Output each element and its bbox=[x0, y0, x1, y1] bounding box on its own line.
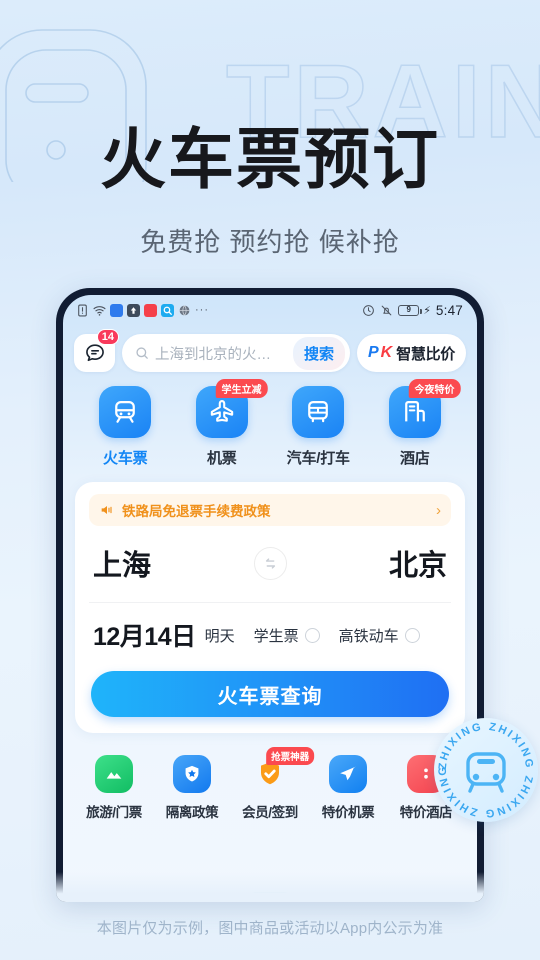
category-label: 汽车/打车 bbox=[286, 450, 350, 467]
highspeed-option[interactable]: 高铁动车 bbox=[339, 625, 420, 646]
quick-link-tile bbox=[329, 755, 367, 793]
app-red-icon bbox=[144, 303, 157, 317]
search-button[interactable]: 搜索 bbox=[292, 336, 345, 370]
quick-link-label: 特价机票 bbox=[321, 805, 375, 820]
date-options-row: 12月14日 明天 学生票 高铁动车 bbox=[89, 603, 451, 653]
category-row: 火车票 学生立减 机票 汽车/打车 今夜特价 酒店 bbox=[63, 372, 477, 468]
search-icon bbox=[136, 347, 148, 359]
category-flight[interactable]: 学生立减 机票 bbox=[174, 379, 271, 468]
chat-button[interactable]: 14 bbox=[74, 329, 119, 372]
quick-link-tourism[interactable]: 旅游/门票 bbox=[75, 755, 153, 821]
phone-screen: ··· 9 ⚡ 5:47 14 上海到北京的火… 搜索 P K 智慧比价 火车票… bbox=[63, 295, 477, 902]
search-row: 14 上海到北京的火… 搜索 PK 智慧比价 bbox=[63, 325, 477, 372]
page-title: 火车票预订 bbox=[100, 122, 440, 196]
app-green-icon bbox=[110, 303, 123, 317]
category-tile bbox=[292, 386, 345, 438]
speaker-icon bbox=[101, 506, 112, 514]
search-input[interactable]: 上海到北京的火… 搜索 bbox=[122, 334, 350, 372]
student-ticket-checkbox[interactable] bbox=[304, 627, 320, 643]
upload-arrow-icon bbox=[127, 303, 140, 317]
bus-seal-icon: ZHIXING ZHIXING ZHIXING ZHIXING bbox=[437, 721, 535, 819]
option-label: 学生票 bbox=[253, 627, 299, 645]
sim-alert-icon bbox=[78, 304, 87, 316]
chat-icon bbox=[85, 344, 104, 362]
quick-link-cheap-flights[interactable]: 特价机票 bbox=[309, 755, 387, 821]
alarm-icon bbox=[363, 304, 375, 316]
status-time: 5:47 bbox=[435, 302, 463, 318]
category-badge: 学生立减 bbox=[215, 379, 268, 398]
zhixing-seal: ZHIXING ZHIXING ZHIXING ZHIXING bbox=[434, 718, 538, 822]
category-label: 机票 bbox=[206, 450, 237, 467]
battery-level: 9 bbox=[406, 305, 411, 314]
bell-muted-icon bbox=[381, 305, 392, 315]
swap-cities-button[interactable] bbox=[253, 546, 287, 580]
swap-icon bbox=[265, 557, 275, 569]
chevron-right-icon: › bbox=[436, 501, 441, 519]
category-tile bbox=[99, 386, 152, 438]
notice-text: 铁路局免退票手续费政策 bbox=[122, 504, 271, 519]
search-placeholder: 上海到北京的火… bbox=[155, 346, 271, 363]
departure-date-relative: 明天 bbox=[204, 627, 235, 645]
quick-link-label: 会员/签到 bbox=[242, 805, 298, 820]
quick-links-row: 旅游/门票 隔离政策 抢票神器 会员/签到 特价机票 特价酒店 bbox=[63, 733, 477, 821]
category-bus[interactable]: 汽车/打车 bbox=[270, 386, 367, 468]
globe-icon bbox=[179, 304, 190, 316]
home-indicator bbox=[253, 892, 287, 896]
price-compare-button[interactable]: PK 智慧比价 bbox=[356, 334, 466, 372]
option-label: 高铁动车 bbox=[338, 627, 399, 645]
quick-link-tile bbox=[173, 755, 211, 793]
hotel-icon bbox=[404, 400, 425, 422]
quick-link-member[interactable]: 抢票神器 会员/签到 bbox=[231, 747, 315, 821]
page-subtitle: 免费抢 预约抢 候补抢 bbox=[140, 227, 400, 257]
category-train[interactable]: 火车票 bbox=[77, 386, 174, 468]
bus-icon bbox=[308, 400, 329, 423]
student-ticket-option[interactable]: 学生票 bbox=[254, 625, 320, 646]
shield-star-icon bbox=[185, 765, 199, 782]
quick-link-tile bbox=[95, 755, 133, 793]
train-icon bbox=[115, 400, 136, 423]
mountain-icon bbox=[106, 772, 122, 779]
pk-letter-p: P bbox=[367, 344, 379, 361]
price-compare-label: 智慧比价 bbox=[396, 345, 455, 363]
quick-link-label: 隔离政策 bbox=[165, 805, 219, 820]
charging-icon: ⚡ bbox=[423, 304, 431, 317]
to-city[interactable]: 北京 bbox=[389, 542, 447, 584]
svg-text:ZHIXING ZHIXING ZHIXING ZHIXIN: ZHIXING ZHIXING ZHIXING ZHIXING bbox=[437, 721, 535, 819]
status-overflow-dots: ··· bbox=[195, 303, 209, 316]
pk-letter-k: K bbox=[380, 344, 393, 361]
wifi-icon bbox=[93, 305, 106, 316]
plane-icon bbox=[210, 399, 233, 422]
notice-banner[interactable]: 铁路局免退票手续费政策 › bbox=[89, 494, 451, 526]
chat-badge: 14 bbox=[96, 329, 119, 345]
category-label: 酒店 bbox=[399, 450, 430, 467]
highspeed-checkbox[interactable] bbox=[404, 627, 420, 643]
battery-icon: 9 bbox=[398, 304, 422, 316]
route-row: 上海 北京 bbox=[89, 526, 451, 588]
category-hotel[interactable]: 今夜特价 酒店 bbox=[367, 379, 464, 468]
phone-mockup: ··· 9 ⚡ 5:47 14 上海到北京的火… 搜索 P K 智慧比价 火车票… bbox=[56, 288, 484, 902]
from-city[interactable]: 上海 bbox=[93, 542, 151, 584]
paper-plane-icon bbox=[340, 766, 356, 781]
footer-disclaimer: 本图片仅为示例，图中商品或活动以App内公示为准 bbox=[96, 920, 444, 937]
departure-date[interactable]: 12月14日 bbox=[93, 617, 196, 653]
query-tickets-button[interactable]: 火车票查询 bbox=[91, 671, 449, 717]
category-label: 火车票 bbox=[103, 450, 148, 467]
search-app-icon bbox=[161, 303, 174, 317]
quick-link-label: 旅游/门票 bbox=[86, 805, 142, 820]
quick-link-quarantine[interactable]: 隔离政策 bbox=[153, 755, 231, 821]
category-badge: 今夜特价 bbox=[408, 379, 461, 398]
booking-card: 铁路局免退票手续费政策 › 上海 北京 12月14日 明天 学生票 高铁动车 火… bbox=[75, 482, 465, 733]
status-bar: ··· 9 ⚡ 5:47 bbox=[63, 295, 477, 325]
page-root: TRAIN 火车票预订 免费抢 预约抢 候补抢 ··· 9 ⚡ 5:47 14 … bbox=[0, 0, 540, 960]
quick-link-badge: 抢票神器 bbox=[266, 747, 315, 765]
